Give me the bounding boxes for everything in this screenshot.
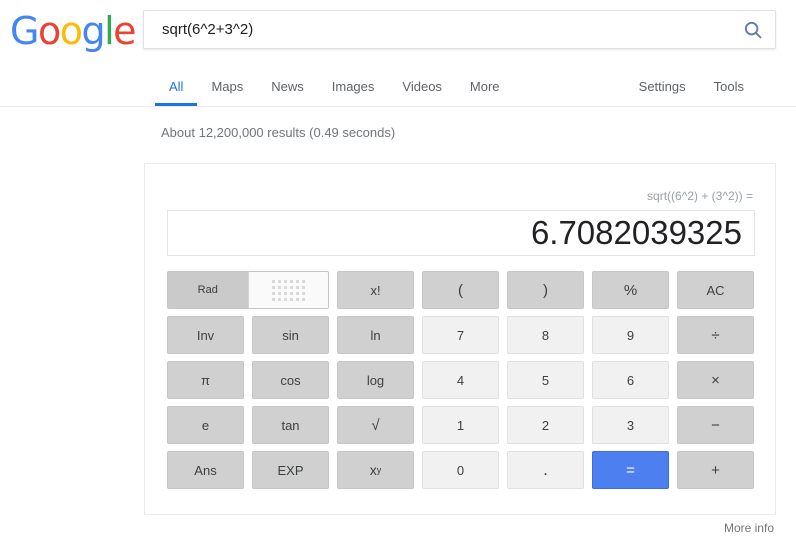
- rad-button[interactable]: Rad: [167, 271, 248, 309]
- tools-button[interactable]: Tools: [700, 69, 758, 106]
- keypad-row-1: Rad x! ( ) % AC: [167, 271, 757, 309]
- key-percent[interactable]: %: [592, 271, 669, 309]
- key-exp[interactable]: EXP: [252, 451, 329, 489]
- key-minus[interactable]: −: [677, 406, 754, 444]
- key-all-clear[interactable]: AC: [677, 271, 754, 309]
- key-equals[interactable]: =: [592, 451, 669, 489]
- logo-letter-g1: G: [10, 9, 39, 53]
- key-4[interactable]: 4: [422, 361, 499, 399]
- key-power[interactable]: xy: [337, 451, 414, 489]
- key-paren-close[interactable]: ): [507, 271, 584, 309]
- keypad-row-4: e tan √ 1 2 3 −: [167, 406, 757, 444]
- deg-button[interactable]: [247, 271, 329, 309]
- key-ans[interactable]: Ans: [167, 451, 244, 489]
- more-info-link[interactable]: More info: [724, 521, 774, 535]
- search-button[interactable]: [739, 17, 767, 43]
- key-cos[interactable]: cos: [252, 361, 329, 399]
- key-8[interactable]: 8: [507, 316, 584, 354]
- key-sqrt[interactable]: √: [337, 406, 414, 444]
- key-3[interactable]: 3: [592, 406, 669, 444]
- key-0[interactable]: 0: [422, 451, 499, 489]
- calculator-card: sqrt((6^2) + (3^2)) = 6.7082039325 Rad x…: [144, 163, 776, 515]
- keypad-row-3: π cos log 4 5 6 ×: [167, 361, 757, 399]
- search-nav-bar: All Maps News Images Videos More Setting…: [0, 69, 796, 107]
- search-input[interactable]: [162, 11, 722, 48]
- google-logo[interactable]: Google: [10, 9, 137, 53]
- key-sin[interactable]: sin: [252, 316, 329, 354]
- tab-news[interactable]: News: [257, 69, 318, 106]
- key-power-exponent: y: [376, 465, 382, 475]
- page-header: Google: [0, 0, 796, 69]
- key-5[interactable]: 5: [507, 361, 584, 399]
- tab-all[interactable]: All: [155, 69, 198, 106]
- key-factorial[interactable]: x!: [337, 271, 414, 309]
- logo-letter-g2: g: [81, 9, 105, 53]
- calculator-keypad: Rad x! ( ) % AC Inv sin ln 7 8 9 ÷ π cos…: [167, 271, 757, 496]
- key-pi[interactable]: π: [167, 361, 244, 399]
- result-stats: About 12,200,000 results (0.49 seconds): [161, 125, 396, 140]
- key-decimal[interactable]: .: [507, 451, 584, 489]
- nav-tabs-right: Settings Tools: [625, 69, 758, 106]
- key-log[interactable]: log: [337, 361, 414, 399]
- nav-tabs-left: All Maps News Images Videos More: [155, 69, 514, 106]
- key-inv[interactable]: Inv: [167, 316, 244, 354]
- key-ln[interactable]: ln: [337, 316, 414, 354]
- deg-placeholder-icon: [271, 279, 305, 301]
- tab-images[interactable]: Images: [318, 69, 389, 106]
- keypad-row-5: Ans EXP xy 0 . = +: [167, 451, 757, 489]
- tab-maps[interactable]: Maps: [197, 69, 257, 106]
- angle-mode-toggle[interactable]: Rad: [167, 271, 329, 309]
- logo-letter-e: e: [113, 9, 136, 53]
- tab-videos[interactable]: Videos: [388, 69, 456, 106]
- key-6[interactable]: 6: [592, 361, 669, 399]
- logo-letter-o2: o: [59, 9, 83, 53]
- key-1[interactable]: 1: [422, 406, 499, 444]
- settings-button[interactable]: Settings: [625, 69, 700, 106]
- key-2[interactable]: 2: [507, 406, 584, 444]
- logo-letter-o1: o: [37, 9, 61, 53]
- tab-more[interactable]: More: [456, 69, 514, 106]
- key-power-base: x: [369, 462, 377, 478]
- key-tan[interactable]: tan: [252, 406, 329, 444]
- key-e[interactable]: e: [167, 406, 244, 444]
- key-multiply[interactable]: ×: [677, 361, 754, 399]
- search-box[interactable]: [143, 10, 776, 49]
- calculator-display[interactable]: 6.7082039325: [167, 210, 755, 256]
- key-plus[interactable]: +: [677, 451, 754, 489]
- calculator-expression: sqrt((6^2) + (3^2)) =: [647, 189, 753, 203]
- keypad-row-2: Inv sin ln 7 8 9 ÷: [167, 316, 757, 354]
- logo-letter-l: l: [104, 9, 115, 53]
- key-paren-open[interactable]: (: [422, 271, 499, 309]
- search-icon: [744, 21, 762, 39]
- key-divide[interactable]: ÷: [677, 316, 754, 354]
- key-9[interactable]: 9: [592, 316, 669, 354]
- key-7[interactable]: 7: [422, 316, 499, 354]
- calculator-result: 6.7082039325: [530, 214, 742, 251]
